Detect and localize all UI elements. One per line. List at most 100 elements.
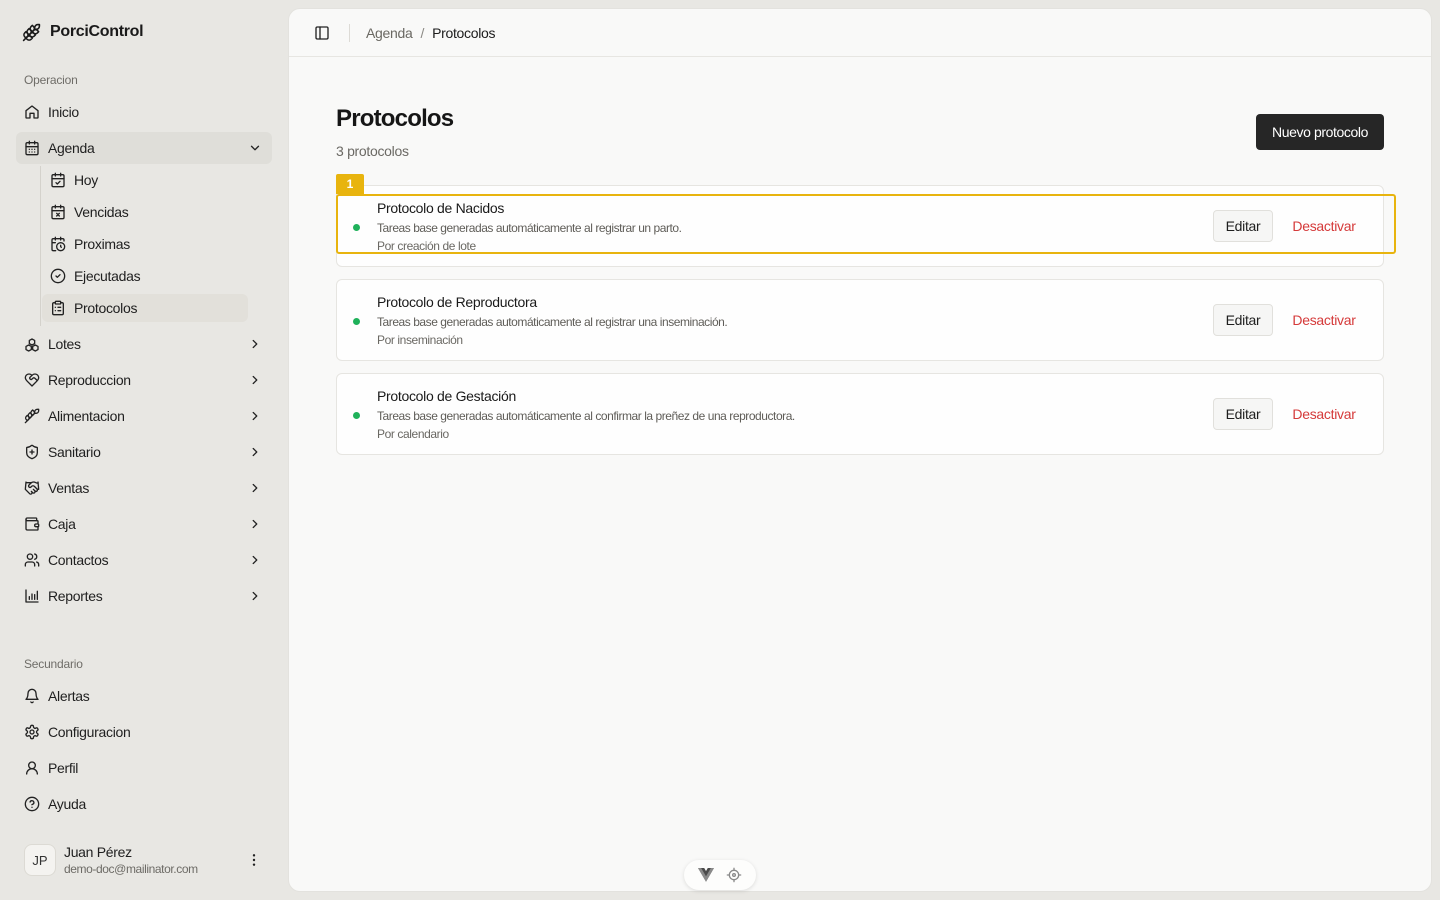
- sidebar-item-reportes[interactable]: Reportes: [16, 580, 272, 612]
- protocol-name: Protocolo de Reproductora: [377, 294, 537, 310]
- sidebar-item-ventas[interactable]: Ventas: [16, 472, 272, 504]
- sidebar-item-agenda[interactable]: Agenda: [16, 132, 272, 164]
- sidebar-item-label: Alertas: [48, 688, 90, 704]
- user-info: Juan Pérez demo-doc@mailinator.com: [64, 844, 198, 876]
- sidebar-item-label: Reportes: [48, 588, 103, 604]
- section-label-secundario: Secundario: [24, 657, 83, 671]
- user-email: demo-doc@mailinator.com: [64, 862, 198, 876]
- sidebar-subitem-ejecutadas[interactable]: Ejecutadas: [42, 262, 248, 290]
- status-dot: [353, 318, 360, 325]
- sidebar-toggle-icon[interactable]: [314, 25, 330, 41]
- sidebar-item-alertas[interactable]: Alertas: [16, 680, 272, 712]
- sidebar-item-configuracion[interactable]: Configuracion: [16, 716, 272, 748]
- chevron-right-icon: [248, 337, 262, 351]
- main-panel: Agenda / Protocolos Protocolos 3 protoco…: [288, 8, 1432, 892]
- protocol-description: Tareas base generadas automáticamente al…: [377, 409, 795, 423]
- vue-devtools-icon[interactable]: [698, 868, 714, 882]
- chevron-down-icon: [248, 141, 262, 155]
- sidebar-subitem-label: Ejecutadas: [74, 268, 141, 284]
- user-name: Juan Pérez: [64, 844, 132, 860]
- deactivate-button[interactable]: Desactivar: [1281, 398, 1367, 430]
- sidebar-item-lotes[interactable]: Lotes: [16, 328, 272, 360]
- sidebar-item-label: Sanitario: [48, 444, 101, 460]
- clipboard-list-icon: [50, 300, 66, 316]
- protocol-trigger: Por calendario: [377, 427, 449, 441]
- gear-icon: [24, 724, 40, 740]
- sidebar-subitem-vencidas[interactable]: Vencidas: [42, 198, 248, 226]
- sidebar-subitem-hoy[interactable]: Hoy: [42, 166, 248, 194]
- protocol-card: Protocolo de Reproductora Tareas base ge…: [336, 279, 1384, 361]
- page-subtitle: 3 protocolos: [336, 143, 409, 159]
- breadcrumb-current: Protocolos: [432, 24, 496, 41]
- chevron-right-icon: [248, 373, 262, 387]
- sidebar-item-sanitario[interactable]: Sanitario: [16, 436, 272, 468]
- dev-toolbar: [684, 860, 756, 890]
- highlight-marker: 1: [336, 174, 364, 194]
- sidebar-item-label: Ventas: [48, 480, 90, 496]
- circle-check-icon: [50, 268, 66, 284]
- sidebar-item-inicio[interactable]: Inicio: [16, 96, 272, 128]
- chevron-right-icon: [248, 481, 262, 495]
- edit-button[interactable]: Editar: [1213, 398, 1273, 430]
- sidebar-item-label: Lotes: [48, 336, 81, 352]
- handshake-icon: [24, 480, 40, 496]
- sidebar-item-label: Reproduccion: [48, 372, 131, 388]
- help-circle-icon: [24, 796, 40, 812]
- protocol-description: Tareas base generadas automáticamente al…: [377, 221, 682, 235]
- calendar-check-icon: [50, 172, 66, 188]
- protocol-trigger: Por inseminación: [377, 333, 463, 347]
- edit-button[interactable]: Editar: [1213, 210, 1273, 242]
- sidebar-subitem-label: Vencidas: [74, 204, 129, 220]
- new-protocol-button[interactable]: Nuevo protocolo: [1256, 114, 1384, 150]
- deactivate-button[interactable]: Desactivar: [1281, 210, 1367, 242]
- avatar: JP: [24, 844, 56, 876]
- sidebar-item-label: Perfil: [48, 760, 79, 776]
- sidebar-item-label: Contactos: [48, 552, 109, 568]
- sidebar-item-caja[interactable]: Caja: [16, 508, 272, 540]
- breadcrumb-separator: /: [420, 24, 425, 41]
- heart-handshake-icon: [24, 372, 40, 388]
- section-label-operacion: Operacion: [24, 73, 78, 87]
- chevron-right-icon: [248, 589, 262, 603]
- chevron-right-icon: [248, 409, 262, 423]
- sidebar-subitem-label: Hoy: [74, 172, 98, 188]
- wallet-icon: [24, 516, 40, 532]
- protocol-name: Protocolo de Nacidos: [377, 200, 505, 216]
- edit-button[interactable]: Editar: [1213, 304, 1273, 336]
- submenu-rail: [40, 166, 41, 326]
- sidebar-item-ayuda[interactable]: Ayuda: [16, 788, 272, 820]
- sidebar-item-perfil[interactable]: Perfil: [16, 752, 272, 784]
- sidebar-subitem-label: Protocolos: [74, 300, 138, 316]
- sidebar-item-alimentacion[interactable]: Alimentacion: [16, 400, 272, 432]
- user-account-menu[interactable]: JP Juan Pérez demo-doc@mailinator.com: [16, 836, 272, 884]
- protocol-trigger: Por creación de lote: [377, 239, 476, 253]
- calendar-icon: [24, 140, 40, 156]
- more-vertical-icon[interactable]: [246, 852, 262, 868]
- sidebar-subitem-label: Proximas: [74, 236, 130, 252]
- chevron-right-icon: [248, 517, 262, 531]
- protocol-description: Tareas base generadas automáticamente al…: [377, 315, 728, 329]
- sidebar-subitem-proximas[interactable]: Proximas: [42, 230, 248, 258]
- sidebar-subitem-protocolos[interactable]: Protocolos: [42, 294, 248, 322]
- breadcrumb-link-agenda[interactable]: Agenda: [366, 25, 413, 41]
- sidebar-item-label: Caja: [48, 516, 76, 532]
- inspect-target-icon[interactable]: [726, 867, 742, 883]
- breadcrumb: Agenda / Protocolos: [366, 24, 496, 41]
- bar-chart-icon: [24, 588, 40, 604]
- deactivate-button[interactable]: Desactivar: [1281, 304, 1367, 336]
- page-title: Protocolos: [336, 105, 454, 132]
- wheat-icon: [24, 408, 40, 424]
- sidebar-item-label: Ayuda: [48, 796, 86, 812]
- chevron-right-icon: [248, 445, 262, 459]
- sidebar: PorciControl Operacion Inicio Agenda Hoy…: [0, 0, 288, 900]
- calendar-x-icon: [50, 204, 66, 220]
- topbar: Agenda / Protocolos: [289, 9, 1431, 57]
- protocol-card: Protocolo de Gestación Tareas base gener…: [336, 373, 1384, 455]
- wheat-icon: [22, 23, 41, 42]
- sidebar-item-reproduccion[interactable]: Reproduccion: [16, 364, 272, 396]
- sidebar-item-label: Alimentacion: [48, 408, 125, 424]
- brand[interactable]: PorciControl: [22, 20, 144, 44]
- status-dot: [353, 412, 360, 419]
- sidebar-item-contactos[interactable]: Contactos: [16, 544, 272, 576]
- protocol-name: Protocolo de Gestación: [377, 388, 516, 404]
